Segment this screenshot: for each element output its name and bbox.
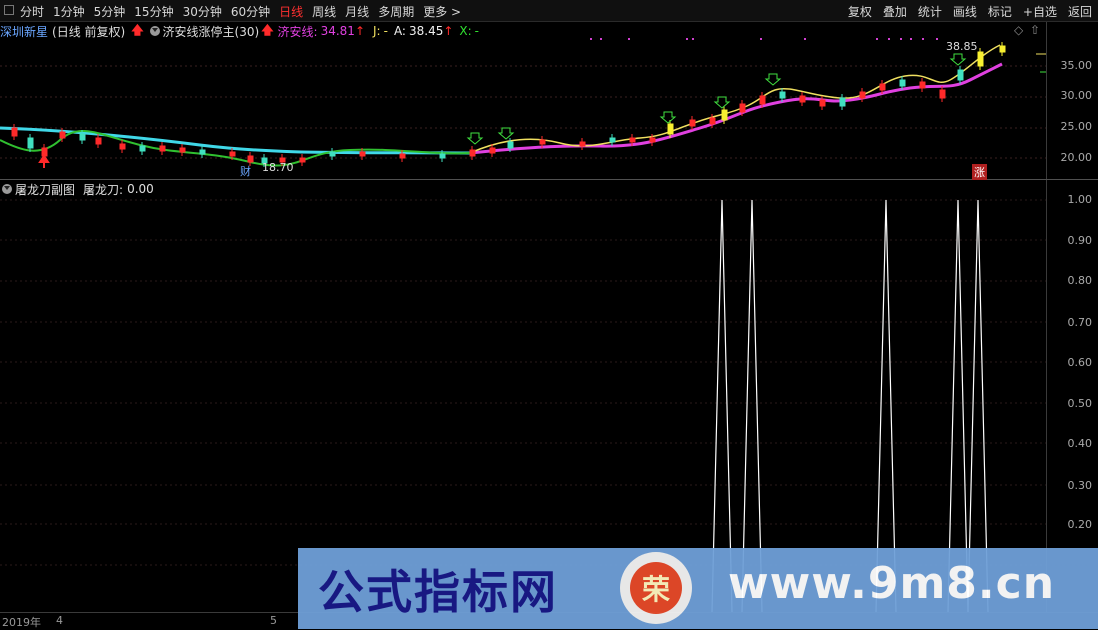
signal-dot <box>900 38 902 40</box>
candle-body <box>119 143 126 150</box>
candle-body <box>819 99 826 107</box>
buy-arrow-icon <box>466 132 484 145</box>
signal-dot <box>686 38 688 40</box>
candle-body <box>759 95 766 105</box>
signal-dot <box>590 38 592 40</box>
candle-body <box>489 147 496 154</box>
signal-dot <box>922 38 924 40</box>
date-label-year: 2019年 <box>2 616 41 629</box>
buy-arrow-icon <box>713 96 731 109</box>
candle-body <box>879 83 886 91</box>
candle-body <box>199 149 206 155</box>
zhang-marker[interactable]: 涨 <box>972 164 987 180</box>
candle-body <box>799 95 806 103</box>
candle-body <box>179 147 186 153</box>
candle-body <box>667 123 674 135</box>
candle-body <box>469 149 476 157</box>
watermark-left-text: 公式指标网 <box>318 565 558 619</box>
candle-body <box>977 51 984 67</box>
signal-dot <box>936 38 938 40</box>
candle-body <box>957 69 964 81</box>
date-label-month: 5 <box>270 614 277 627</box>
candle-body <box>59 131 66 139</box>
yellow-line <box>469 44 1001 154</box>
watermark-right-text: www.9m8.cn <box>728 558 1056 609</box>
buy-arrow-icon <box>659 111 677 124</box>
signal-dot <box>876 38 878 40</box>
candle-body <box>999 45 1006 53</box>
high-price-label: 38.85 <box>946 40 978 53</box>
buy-arrow-icon <box>764 73 782 86</box>
cai-marker[interactable]: 财 <box>240 163 251 179</box>
jian-line <box>469 62 1003 155</box>
up-icon[interactable]: ⇧ <box>1030 23 1040 37</box>
candle-body <box>159 145 166 152</box>
buy-arrow-icon <box>497 127 515 140</box>
cyan-ma-line <box>0 126 471 155</box>
candle-body <box>41 147 48 157</box>
candle-body <box>939 89 946 99</box>
candle-body <box>839 97 846 107</box>
candle-body <box>579 141 586 147</box>
candle-body <box>95 137 102 145</box>
candle-body <box>399 153 406 159</box>
candle-body <box>739 103 746 113</box>
watermark-logo: 荣 <box>620 552 692 624</box>
signal-dot <box>600 38 602 40</box>
candle-body <box>539 139 546 145</box>
signal-dot <box>804 38 806 40</box>
candle-body <box>439 153 446 159</box>
candle-body <box>139 145 146 152</box>
candle-body <box>27 137 34 149</box>
signal-dot <box>760 38 762 40</box>
candle-body <box>359 151 366 157</box>
candle-body <box>919 81 926 89</box>
candle-body <box>507 141 514 149</box>
candle-body <box>859 91 866 99</box>
buy-arrow-icon <box>949 53 967 66</box>
kline-chart[interactable] <box>0 0 1098 629</box>
signal-dot <box>692 38 694 40</box>
candle-body <box>689 119 696 127</box>
candle-body <box>11 127 18 137</box>
candle-body <box>609 137 616 143</box>
candle-body <box>779 91 786 99</box>
candle-body <box>899 79 906 87</box>
candle-body <box>629 137 636 143</box>
candle-body <box>721 109 728 121</box>
candle-body <box>299 157 306 163</box>
candle-body <box>79 133 86 141</box>
candle-body <box>649 137 656 143</box>
signal-dot <box>910 38 912 40</box>
candle-body <box>709 117 716 125</box>
date-label-month: 4 <box>56 614 63 627</box>
watermark-logo-text: 荣 <box>630 562 682 614</box>
diamond-icon[interactable]: ◇ <box>1014 23 1023 37</box>
signal-dot <box>628 38 630 40</box>
watermark-banner: 公式指标网 荣 www.9m8.cn <box>298 548 1098 629</box>
candle-body <box>329 151 336 157</box>
candle-body <box>247 155 254 163</box>
candle-body <box>229 151 236 157</box>
low-price-label: 18.70 <box>262 161 294 174</box>
signal-dot <box>888 38 890 40</box>
